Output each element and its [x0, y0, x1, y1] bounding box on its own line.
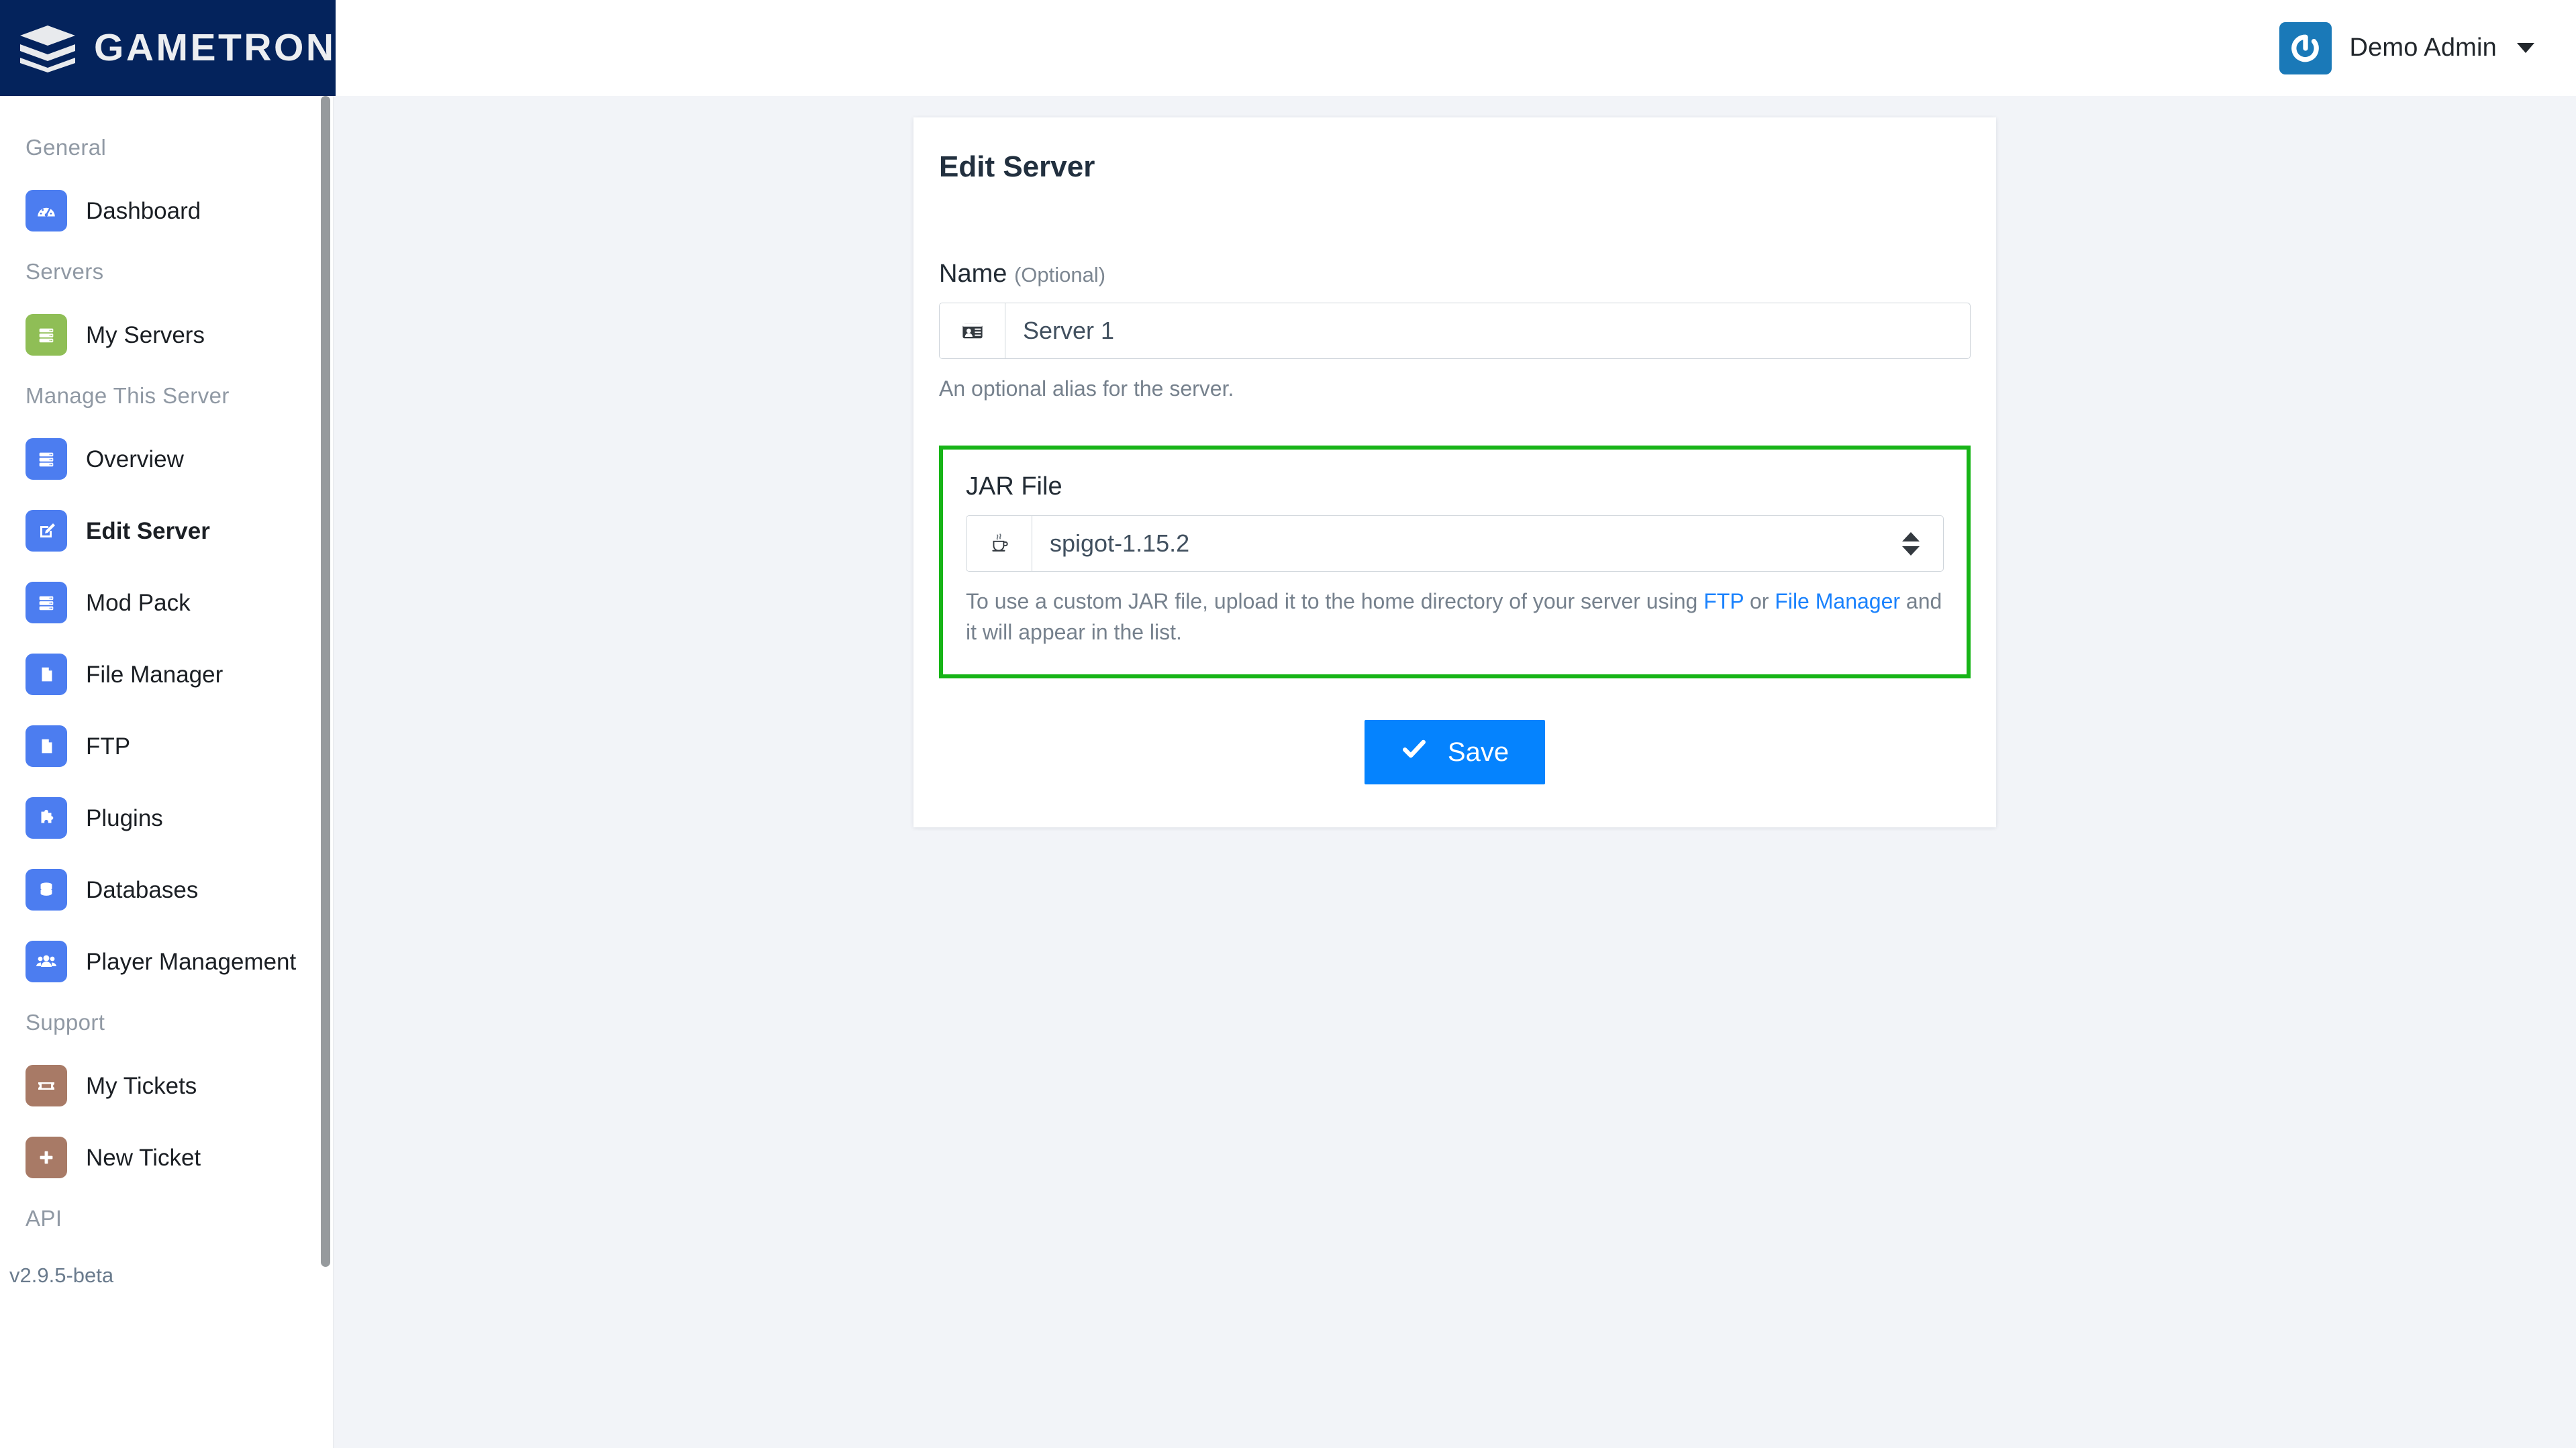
sidebar-item-label: Player Management	[86, 948, 297, 975]
sidebar-item-edit-server[interactable]: Edit Server	[0, 507, 333, 554]
sidebar-item-overview[interactable]: Overview	[0, 435, 333, 482]
name-input[interactable]: Server 1	[1005, 303, 1970, 358]
file-icon	[26, 654, 67, 695]
jar-file-select[interactable]: spigot-1.15.2	[1032, 516, 1879, 571]
sidebar-item-plugins[interactable]: Plugins	[0, 794, 333, 841]
ftp-link[interactable]: FTP	[1703, 589, 1744, 613]
select-arrows-icon[interactable]	[1879, 516, 1943, 571]
java-coffee-cup-icon	[967, 516, 1032, 572]
plus-icon	[26, 1137, 67, 1178]
save-button[interactable]: Save	[1364, 720, 1546, 785]
sidebar-item-label: Databases	[86, 876, 199, 903]
page-title: Edit Server	[939, 150, 1095, 183]
sidebar-item-label: Overview	[86, 446, 184, 472]
sidebar-section-general: General	[26, 135, 107, 160]
brand-logo[interactable]: GAMETRON	[0, 0, 336, 96]
sidebar-item-label: Plugins	[86, 805, 163, 831]
tachometer-icon	[26, 190, 67, 231]
sidebar-item-label: Mod Pack	[86, 589, 191, 616]
jar-file-help-text: To use a custom JAR file, upload it to t…	[966, 586, 1944, 648]
sidebar-item-label: FTP	[86, 733, 131, 760]
main-content: Edit Server Name (Optional) Server 1 An …	[334, 96, 2576, 1448]
edit-server-form: Name (Optional) Server 1 An optional ali…	[913, 261, 1996, 785]
chevron-down-icon[interactable]	[2517, 43, 2534, 53]
sidebar-item-label: New Ticket	[86, 1144, 201, 1171]
user-menu[interactable]: Demo Admin	[336, 0, 2576, 96]
name-label-text: Name	[939, 260, 1007, 288]
save-button-label: Save	[1447, 737, 1509, 767]
sidebar-item-label: File Manager	[86, 661, 224, 688]
jar-file-highlight-block: JAR File spigot-1.15.2 To use a custom J…	[939, 446, 1971, 679]
user-name-label: Demo Admin	[2349, 34, 2497, 62]
database-icon	[26, 869, 67, 911]
pencil-square-icon	[26, 510, 67, 552]
layers-stack-icon	[19, 24, 77, 72]
chevron-up-icon	[1902, 531, 1920, 541]
users-icon	[26, 941, 67, 982]
sidebar-item-player-management[interactable]: Player Management	[0, 938, 333, 985]
name-help-text: An optional alias for the server.	[939, 376, 1234, 401]
brand-name: GAMETRON	[94, 26, 336, 69]
file-icon	[26, 725, 67, 767]
sidebar-item-dashboard[interactable]: Dashboard	[0, 187, 333, 234]
sidebar-item-new-ticket[interactable]: New Ticket	[0, 1134, 333, 1181]
name-field-label: Name (Optional)	[939, 261, 1971, 287]
address-card-icon	[940, 303, 1005, 358]
jar-file-select-group[interactable]: spigot-1.15.2	[966, 515, 1944, 572]
sidebar-item-label: Dashboard	[86, 197, 201, 224]
sidebar-section-manage-this-server: Manage This Server	[26, 383, 230, 408]
sidebar-item-label: My Servers	[86, 321, 205, 348]
sidebar-section-servers: Servers	[26, 259, 104, 284]
name-optional-tag: (Optional)	[1013, 263, 1106, 287]
sidebar-item-label: My Tickets	[86, 1072, 197, 1099]
top-bar: GAMETRON Demo Admin	[0, 0, 2576, 96]
jar-help-prefix: To use a custom JAR file, upload it to t…	[966, 589, 1704, 614]
sidebar-section-api: API	[26, 1206, 62, 1231]
app-version-label: v2.9.5-beta	[9, 1263, 114, 1287]
chevron-down-icon	[1902, 546, 1920, 556]
name-input-group[interactable]: Server 1	[939, 303, 1971, 359]
server-rack-icon	[26, 314, 67, 356]
sidebar-item-my-tickets[interactable]: My Tickets	[0, 1062, 333, 1109]
sidebar-item-file-manager[interactable]: File Manager	[0, 651, 333, 698]
sidebar-item-label: Edit Server	[86, 517, 210, 544]
server-rack-icon	[26, 582, 67, 623]
sidebar-item-my-servers[interactable]: My Servers	[0, 311, 333, 358]
puzzle-piece-icon	[26, 797, 67, 839]
ticket-icon	[26, 1065, 67, 1106]
save-row: Save	[939, 720, 1971, 785]
sidebar-section-support: Support	[26, 1010, 105, 1035]
jar-help-mid: or	[1744, 589, 1775, 614]
file-manager-link[interactable]: File Manager	[1775, 589, 1900, 613]
server-rack-icon	[26, 438, 67, 480]
sidebar-item-ftp[interactable]: FTP	[0, 723, 333, 770]
power-swirl-avatar-icon[interactable]	[2279, 21, 2332, 74]
sidebar-item-databases[interactable]: Databases	[0, 866, 333, 913]
app-root: GAMETRON Demo Admin General Dashboard Se…	[0, 0, 2576, 1448]
sidebar: General Dashboard Servers My Servers Man…	[0, 96, 334, 1448]
sidebar-item-mod-pack[interactable]: Mod Pack	[0, 579, 333, 626]
jar-file-label: JAR File	[966, 472, 1062, 501]
check-icon	[1401, 735, 1428, 769]
edit-server-card: Edit Server Name (Optional) Server 1 An …	[913, 117, 1996, 828]
sidebar-scroll-area: General Dashboard Servers My Servers Man…	[0, 96, 333, 1288]
